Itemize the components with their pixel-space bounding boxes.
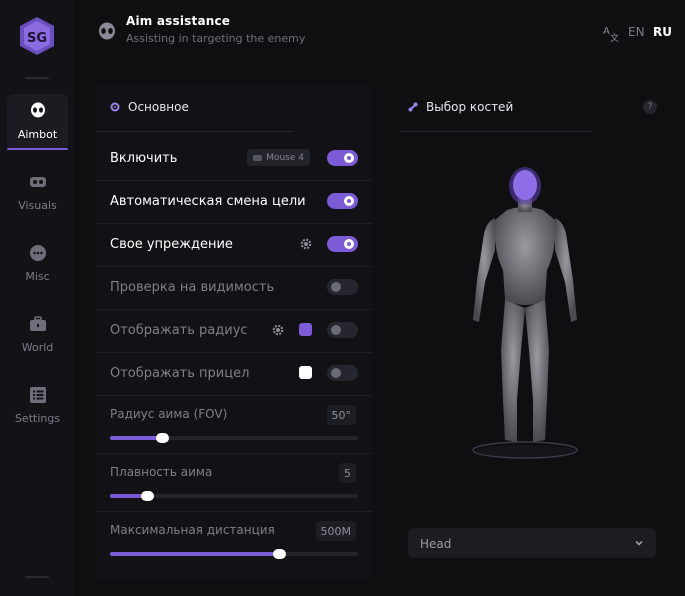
sidebar-item-label: Aimbot [17, 128, 58, 141]
sidebar-item-label: World [21, 341, 54, 354]
toggle-knob [344, 196, 354, 206]
help-icon[interactable]: ? [643, 100, 657, 114]
show-crosshair-toggle[interactable] [327, 365, 358, 381]
slider-row-max-distance: Максимальная дистанция 500M [96, 512, 372, 570]
toggle-knob [331, 368, 341, 378]
slider-label: Максимальная дистанция [110, 523, 275, 537]
sidebar-item-label: Misc [25, 270, 50, 283]
visibility-check-toggle[interactable] [327, 279, 358, 295]
language-en[interactable]: EN [628, 25, 645, 39]
setting-label: Отображать прицел [110, 366, 250, 381]
bone-select-dropdown[interactable]: Head [408, 528, 656, 558]
divider [399, 131, 593, 132]
svg-text:文: 文 [610, 32, 619, 42]
language-ru[interactable]: RU [653, 25, 672, 39]
setting-label: Отображать радиус [110, 323, 248, 338]
slider-track[interactable] [110, 491, 358, 501]
crosshair-color-swatch[interactable] [299, 366, 312, 379]
slider-track[interactable] [110, 433, 358, 443]
enable-toggle[interactable] [327, 150, 358, 166]
slider-track[interactable] [110, 549, 358, 559]
page-subtitle: Assisting in targeting the enemy [126, 32, 306, 45]
slider-value[interactable]: 5 [339, 463, 356, 483]
sidebar-item-settings[interactable]: Settings [7, 378, 68, 434]
sidebar-item-label: Settings [14, 412, 61, 425]
divider [96, 131, 294, 132]
slider-thumb[interactable] [156, 433, 170, 443]
main-settings-panel: Основное Включить Mouse 4 Автоматическая… [96, 84, 372, 580]
gear-icon[interactable] [271, 323, 285, 337]
app-logo: SG [20, 17, 54, 55]
show-radius-toggle[interactable] [327, 322, 358, 338]
svg-text:A: A [603, 26, 610, 37]
page-title: Aim assistance [126, 14, 231, 28]
toggle-knob [331, 282, 341, 292]
slider-label: Радиус аима (FOV) [110, 407, 228, 421]
dots-icon [28, 243, 48, 263]
slider-fill [110, 552, 279, 556]
keybind-label: Mouse 4 [266, 152, 304, 163]
bone-icon [408, 102, 418, 112]
slider-label: Плавность аима [110, 465, 213, 479]
body-model [472, 167, 578, 459]
setting-row-show-crosshair: Отображать прицел [96, 353, 372, 396]
sidebar-divider [25, 576, 49, 578]
setting-row-enable: Включить Mouse 4 [96, 138, 372, 181]
custom-prediction-toggle[interactable] [327, 236, 358, 252]
keybind-badge[interactable]: Mouse 4 [247, 149, 310, 166]
svg-text:SG: SG [27, 31, 47, 46]
setting-row-visibility-check: Проверка на видимость [96, 267, 372, 310]
toggle-knob [344, 239, 354, 249]
chevron-down-icon [635, 540, 643, 546]
gear-icon[interactable] [299, 237, 313, 251]
setting-row-auto-switch-target: Автоматическая смена цели [96, 181, 372, 224]
gear-icon [110, 102, 120, 112]
slider-value[interactable]: 50° [326, 405, 356, 425]
vr-goggles-icon [28, 172, 48, 192]
slider-value[interactable]: 500M [315, 521, 356, 541]
sidebar-divider [25, 77, 49, 79]
sidebar-item-aimbot[interactable]: Aimbot [7, 94, 68, 150]
translate-icon: A 文 [603, 26, 619, 42]
setting-row-custom-prediction: Свое упреждение [96, 224, 372, 267]
head-bone-highlight[interactable] [513, 170, 537, 200]
sidebar-item-label: Visuals [18, 199, 57, 212]
sidebar-item-visuals[interactable]: Visuals [7, 165, 68, 221]
setting-label: Проверка на видимость [110, 280, 275, 295]
setting-label: Включить [110, 151, 178, 166]
toggle-knob [331, 325, 341, 335]
slider-fill [110, 436, 163, 440]
toggle-knob [344, 153, 354, 163]
slider-thumb[interactable] [141, 491, 155, 501]
toolbox-icon [28, 314, 48, 334]
panel-header: Основное [110, 100, 189, 114]
radius-color-swatch[interactable] [299, 323, 312, 336]
setting-label: Свое упреждение [110, 237, 233, 252]
sidebar: SG Aimbot Visuals Misc World Settings [0, 0, 74, 596]
alien-icon [99, 22, 115, 40]
alien-icon [28, 101, 48, 121]
slider-row-fov: Радиус аима (FOV) 50° [96, 396, 372, 454]
slider-thumb[interactable] [272, 549, 286, 559]
setting-row-show-radius: Отображать радиус [96, 310, 372, 353]
mouse-icon [253, 154, 263, 161]
slider-row-smoothness: Плавность аима 5 [96, 454, 372, 512]
setting-label: Автоматическая смена цели [110, 194, 306, 209]
panel-title: Основное [128, 100, 189, 114]
auto-switch-target-toggle[interactable] [327, 193, 358, 209]
sidebar-item-world[interactable]: World [7, 307, 68, 363]
list-icon [28, 385, 48, 405]
bones-title: Выбор костей [426, 100, 514, 114]
sidebar-item-misc[interactable]: Misc [7, 236, 68, 292]
select-value: Head [420, 537, 452, 551]
bones-header: Выбор костей [408, 100, 513, 114]
